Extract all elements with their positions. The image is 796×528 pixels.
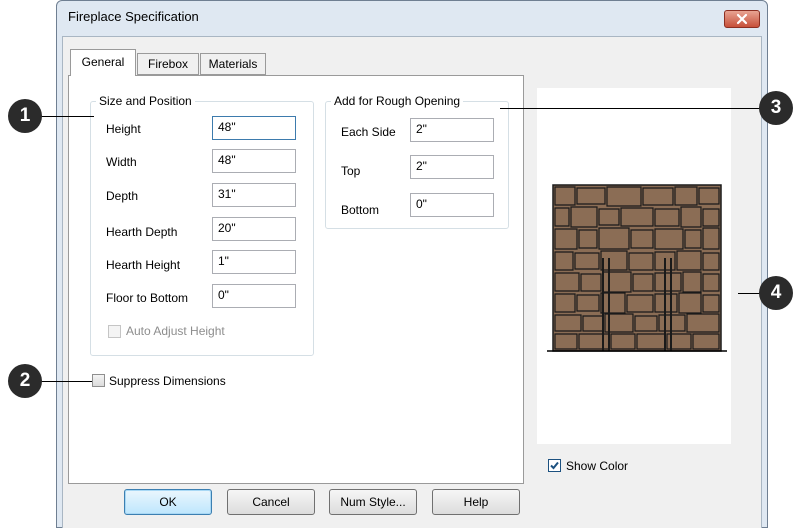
top-label: Top [341, 164, 361, 178]
suppress-dimensions-checkbox[interactable] [92, 374, 105, 387]
fireplace-stone-image [547, 184, 727, 352]
auto-adjust-height-label: Auto Adjust Height [126, 324, 225, 338]
hearth-depth-input[interactable]: 20" [212, 217, 296, 241]
tab-materials[interactable]: Materials [200, 53, 266, 75]
width-input[interactable]: 48" [212, 149, 296, 173]
height-label: Height [106, 122, 141, 136]
checkmark-icon [550, 461, 559, 470]
show-color-checkbox[interactable] [548, 459, 561, 472]
height-input[interactable]: 48" [212, 116, 296, 140]
size-position-legend: Size and Position [96, 94, 195, 108]
callout-4: 4 [759, 276, 793, 310]
rough-opening-legend: Add for Rough Opening [331, 94, 464, 108]
tab-general[interactable]: General [70, 49, 136, 76]
depth-input[interactable]: 31" [212, 183, 296, 207]
callout-2-line [38, 381, 92, 382]
top-input[interactable]: 2" [410, 155, 494, 179]
callout-1: 1 [8, 99, 42, 133]
depth-label: Depth [106, 189, 139, 203]
callout-1-line [38, 116, 94, 117]
hearth-depth-label: Hearth Depth [106, 225, 178, 239]
cancel-button[interactable]: Cancel [227, 489, 315, 515]
each-side-label: Each Side [341, 125, 396, 139]
dialog-title: Fireplace Specification [68, 9, 199, 24]
width-label: Width [106, 155, 137, 169]
each-side-input[interactable]: 2" [410, 118, 494, 142]
close-icon [736, 13, 748, 25]
num-style-button[interactable]: Num Style... [329, 489, 417, 515]
callout-3: 3 [759, 91, 793, 125]
hearth-height-input[interactable]: 1" [212, 250, 296, 274]
floor-to-bottom-label: Floor to Bottom [106, 291, 189, 305]
hearth-height-label: Hearth Height [106, 258, 181, 272]
bottom-label: Bottom [341, 203, 380, 217]
auto-adjust-height-checkbox[interactable] [108, 325, 121, 338]
bottom-input[interactable]: 0" [410, 193, 494, 217]
close-button[interactable] [724, 10, 760, 28]
callout-2: 2 [8, 364, 42, 398]
show-color-label: Show Color [566, 459, 629, 473]
suppress-dimensions-label: Suppress Dimensions [109, 374, 226, 388]
help-button[interactable]: Help [432, 489, 520, 515]
ok-button[interactable]: OK [124, 489, 212, 515]
tab-firebox[interactable]: Firebox [137, 53, 199, 75]
fireplace-preview [537, 88, 731, 444]
callout-3-line [500, 108, 766, 109]
floor-to-bottom-input[interactable]: 0" [212, 284, 296, 308]
